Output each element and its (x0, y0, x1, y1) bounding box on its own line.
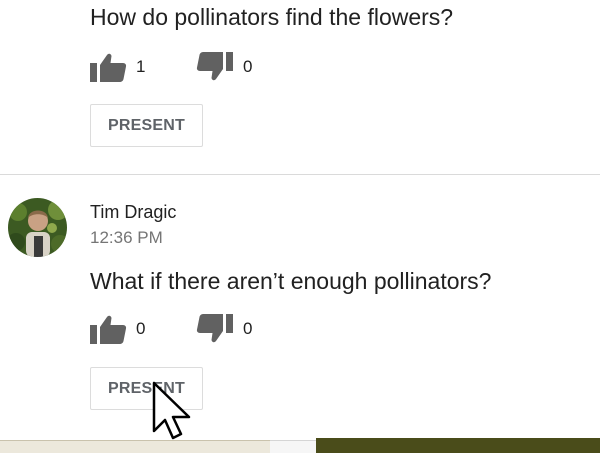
timestamp: 12:36 PM (90, 228, 163, 247)
like-button[interactable]: 0 (89, 314, 145, 344)
background-panel (0, 440, 270, 453)
background-image (316, 438, 600, 453)
dislike-button[interactable]: 0 (196, 52, 252, 82)
like-count: 1 (136, 57, 146, 76)
qa-feed: How do pollinators find the flowers? 1 0… (0, 0, 600, 453)
avatar (8, 198, 67, 257)
question-text: What if there aren’t enough pollinators? (90, 268, 492, 294)
dislike-button[interactable]: 0 (196, 314, 252, 344)
thumbs-down-icon (196, 52, 234, 82)
background-window-strip (0, 438, 600, 453)
dislike-count: 0 (243, 319, 253, 338)
like-count: 0 (136, 319, 146, 338)
divider (0, 174, 600, 175)
thumbs-up-icon (89, 52, 127, 82)
author-name: Tim Dragic (90, 202, 177, 222)
present-button[interactable]: PRESENT (90, 367, 203, 410)
present-button[interactable]: PRESENT (90, 104, 203, 147)
question-text: How do pollinators find the flowers? (90, 4, 454, 30)
thumbs-up-icon (89, 314, 127, 344)
dislike-count: 0 (243, 57, 253, 76)
background-panel (270, 440, 316, 453)
thumbs-down-icon (196, 314, 234, 344)
like-button[interactable]: 1 (89, 52, 145, 82)
